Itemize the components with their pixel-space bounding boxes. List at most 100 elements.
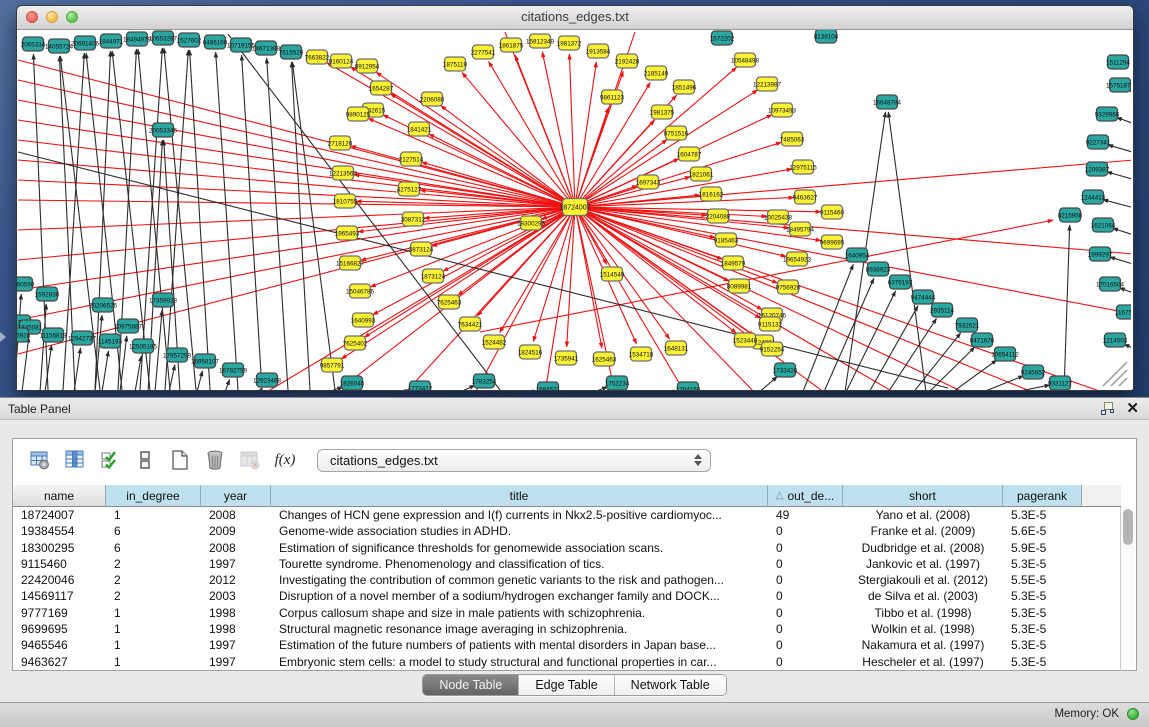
graph-node[interactable]: 1244413	[1081, 190, 1106, 204]
graph-edge[interactable]	[259, 388, 261, 390]
graph-node[interactable]: 20053346	[149, 123, 178, 137]
table-source-select[interactable]: citations_edges.txt	[317, 449, 711, 472]
graph-node[interactable]: 15812349	[526, 34, 555, 48]
graph-node[interactable]: 14055724	[45, 39, 74, 53]
graph-node[interactable]: 12213987	[753, 77, 782, 91]
graph-edge[interactable]	[575, 169, 792, 207]
graph-node[interactable]: 2277541	[471, 45, 496, 59]
graph-node[interactable]: 1697343	[636, 175, 661, 189]
graph-node[interactable]: 14671388	[252, 41, 281, 55]
graph-node[interactable]: 1861875	[499, 38, 524, 52]
import-table-button[interactable]	[237, 447, 263, 473]
graph-node[interactable]: 8751516	[664, 126, 689, 140]
graph-node[interactable]: 2065334	[21, 37, 46, 51]
graph-edge[interactable]	[102, 351, 108, 390]
graph-node[interactable]: 1999297	[1088, 247, 1113, 261]
graph-node[interactable]: 2718120	[328, 136, 353, 150]
column-header-out_degree[interactable]: △out_de...	[768, 485, 843, 507]
graph-node[interactable]: 10973493	[768, 103, 797, 117]
graph-node[interactable]: 18495794	[786, 222, 815, 236]
graph-node[interactable]: 8138104	[814, 30, 839, 43]
show-columns-button[interactable]	[62, 447, 88, 473]
graph-node[interactable]: 1625463	[592, 352, 617, 366]
graph-edge[interactable]	[978, 376, 1024, 390]
graph-node[interactable]: 1783254	[472, 374, 497, 388]
panel-collapse-arrow[interactable]	[0, 332, 6, 342]
graph-node[interactable]: 9245652	[1021, 365, 1046, 379]
tab-network-table[interactable]: Network Table	[615, 675, 726, 695]
graph-node[interactable]: 10654112	[991, 347, 1019, 361]
graph-node[interactable]: 1209387	[1085, 162, 1110, 176]
graph-node[interactable]: 12505185	[129, 339, 158, 353]
table-row[interactable]: 946554611997Estimation of the future num…	[13, 637, 1121, 653]
scrollbar-thumb[interactable]	[1123, 509, 1133, 545]
graph-edge[interactable]	[1005, 385, 1050, 390]
graph-edge[interactable]	[22, 337, 29, 390]
graph-node[interactable]: 1214503	[1103, 333, 1128, 347]
graph-node[interactable]: 9115460	[820, 205, 845, 219]
graph-node[interactable]: 15751874	[1106, 78, 1131, 92]
graph-node[interactable]: 1981375	[650, 105, 675, 119]
column-header-title[interactable]: title	[271, 485, 768, 507]
graph-node[interactable]: 20691406	[71, 36, 100, 50]
graph-edge[interactable]	[1064, 225, 1070, 390]
graph-node[interactable]: 1851496	[672, 80, 697, 94]
graph-node[interactable]: 1810755	[333, 194, 358, 208]
graph-node[interactable]: 8471676	[970, 333, 995, 347]
graph-node[interactable]: 9890125	[346, 107, 371, 121]
graph-node[interactable]: 18494979	[123, 32, 152, 46]
graph-node[interactable]: 1511294	[1106, 55, 1131, 69]
graph-node[interactable]: 1752234	[605, 376, 630, 390]
graph-node[interactable]: 1965493	[335, 226, 360, 240]
graph-node[interactable]: 10548498	[731, 53, 760, 67]
graph-edge[interactable]	[1116, 117, 1131, 128]
graph-node[interactable]: 2127514	[399, 152, 424, 166]
network-graph[interactable]: 7663822916012489129541654287234261598901…	[17, 30, 1131, 390]
graph-node[interactable]: 1733426	[773, 363, 798, 377]
graph-edge[interactable]	[456, 385, 475, 390]
graph-node[interactable]: 1523448	[733, 333, 758, 347]
graph-edge[interactable]	[18, 207, 575, 354]
graph-node[interactable]: 9185463	[714, 233, 739, 247]
graph-edge[interactable]	[197, 371, 203, 390]
graph-edge[interactable]	[575, 207, 602, 348]
graph-node[interactable]: 1592830	[35, 287, 60, 301]
graph-node[interactable]: 8215958	[1058, 208, 1083, 222]
float-panel-button[interactable]	[1101, 402, 1114, 415]
graph-node[interactable]: 1694521	[536, 382, 561, 390]
graph-node[interactable]: 9227341	[1086, 135, 1111, 149]
graph-node[interactable]: 1849579	[721, 256, 746, 270]
graph-edge[interactable]	[575, 140, 667, 207]
window-resize-grip[interactable]	[1099, 360, 1129, 388]
graph-node[interactable]: 16958107	[191, 354, 220, 368]
graph-node[interactable]: 6379197	[888, 275, 913, 289]
create-column-button[interactable]	[167, 447, 193, 473]
table-row[interactable]: 1456911722003Disruption of a novel membe…	[13, 588, 1121, 604]
graph-edge[interactable]	[292, 62, 335, 390]
graph-node[interactable]: 9152254	[760, 342, 785, 356]
table-row[interactable]: 969969511998Structural magnetic resonanc…	[13, 621, 1121, 637]
network-view-window[interactable]: citations_edges.txt 76638229160124891295…	[16, 5, 1134, 391]
graph-node[interactable]: 1527602	[177, 33, 202, 47]
graph-node[interactable]: 2192428	[615, 54, 640, 68]
graph-node[interactable]: 1841421	[407, 122, 432, 136]
network-canvas[interactable]: 7663822916012489129541654287234261598901…	[17, 30, 1131, 390]
graph-edge[interactable]	[823, 278, 874, 390]
graph-node[interactable]: 1816162	[699, 187, 724, 201]
close-panel-button[interactable]: ✕	[1126, 401, 1139, 416]
table-row[interactable]: 1938455462009Genome-wide association stu…	[13, 523, 1121, 539]
column-header-year[interactable]: year	[201, 485, 271, 507]
graph-node[interactable]: 19654923	[783, 252, 812, 266]
graph-edge[interactable]	[1113, 228, 1131, 239]
graph-node[interactable]: 7625402	[343, 336, 368, 350]
graph-node[interactable]: 3873124	[409, 242, 434, 256]
graph-node[interactable]: 3915928	[17, 328, 31, 342]
graph-node[interactable]: 1621064	[1091, 218, 1116, 232]
graph-node[interactable]: 17016504	[1096, 277, 1125, 291]
graph-edge[interactable]	[757, 377, 777, 390]
graph-edge[interactable]	[18, 207, 575, 230]
graph-node[interactable]: 1824516	[518, 345, 543, 359]
graph-node[interactable]: 8938923	[866, 262, 891, 276]
graph-node[interactable]: 7634421	[458, 317, 483, 331]
graph-node[interactable]: 9861123	[600, 90, 625, 104]
